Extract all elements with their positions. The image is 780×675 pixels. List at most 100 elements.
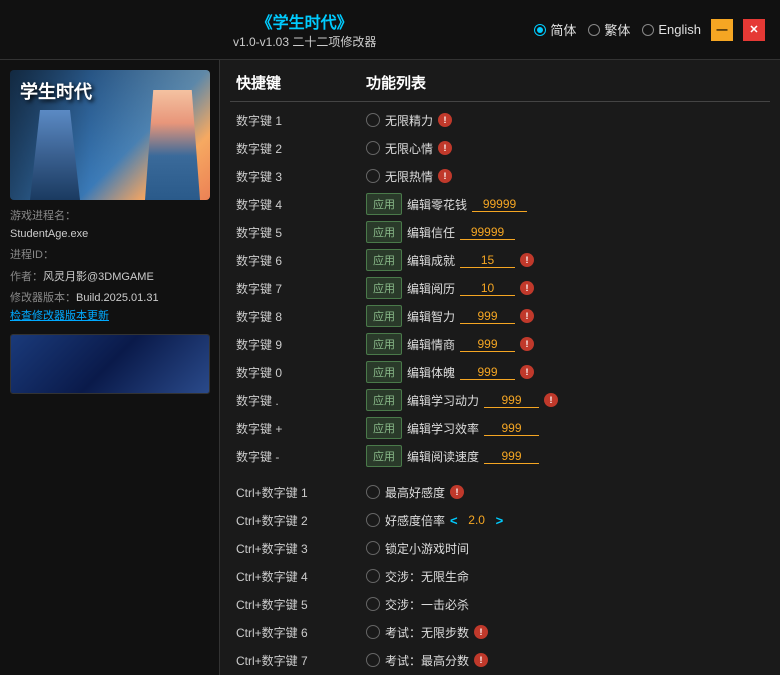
feature-name: 编辑阅读速度 [407,448,479,465]
table-row: 数字键 6应用编辑成就! [230,246,770,274]
feature-right: 无限热情! [366,168,764,185]
feature-name: 交涉：无限生命 [385,568,469,585]
feature-name: 编辑智力 [407,308,455,325]
toggle-circle[interactable] [366,513,380,527]
warn-icon[interactable]: ! [520,365,534,379]
feature-right: 应用编辑信任 [366,221,764,243]
value-input[interactable] [460,337,515,352]
game-image-title: 学生时代 [20,78,92,104]
apply-button[interactable]: 应用 [366,249,402,271]
warn-icon[interactable]: ! [450,485,464,499]
table-row: 数字键 2无限心情! [230,134,770,162]
increase-button[interactable]: > [496,513,504,528]
shortcut-key: 数字键 + [236,420,366,437]
warn-icon[interactable]: ! [438,141,452,155]
feature-right: 应用编辑体魄! [366,361,764,383]
feature-name: 最高好感度 [385,484,445,501]
col-shortcut: 快捷键 [236,72,366,93]
value-input[interactable] [460,281,515,296]
col-feature: 功能列表 [366,72,764,93]
value-input[interactable] [484,449,539,464]
table-row: 数字键 0应用编辑体魄! [230,358,770,386]
warn-icon[interactable]: ! [474,653,488,667]
table-row: 数字键 .应用编辑学习动力! [230,386,770,414]
feature-right: 锁定小游戏时间 [366,540,764,557]
apply-button[interactable]: 应用 [366,193,402,215]
shortcut-key: Ctrl+数字键 5 [236,596,366,613]
lang-english[interactable]: English [642,22,701,37]
apply-button[interactable]: 应用 [366,277,402,299]
apply-button[interactable]: 应用 [366,221,402,243]
check-update-link[interactable]: 检查修改器版本更新 [10,310,109,322]
version-value: Build.2025.01.31 [76,292,159,304]
value-input[interactable] [484,421,539,436]
feature-name: 编辑阅历 [407,280,455,297]
feature-right: 交涉：无限生命 [366,568,764,585]
toggle-circle[interactable] [366,569,380,583]
feature-right: 应用编辑情商! [366,333,764,355]
table-row: Ctrl+数字键 3锁定小游戏时间 [230,534,770,562]
warn-icon[interactable]: ! [438,113,452,127]
toggle-circle[interactable] [366,625,380,639]
warn-icon[interactable]: ! [520,337,534,351]
toggle-circle[interactable] [366,653,380,667]
apply-button[interactable]: 应用 [366,305,402,327]
warn-icon[interactable]: ! [438,169,452,183]
feature-name: 锁定小游戏时间 [385,540,469,557]
value-input[interactable] [460,253,515,268]
feature-right: 最高好感度! [366,484,764,501]
table-header: 快捷键 功能列表 [230,68,770,102]
lang-simplified[interactable]: 简体 [534,20,576,39]
warn-icon[interactable]: ! [520,253,534,267]
title-bar: 《学生时代》 v1.0-v1.03 二十二项修改器 简体 繁体 English … [0,0,780,60]
app-title: 《学生时代》 [75,9,534,33]
table-row: Ctrl+数字键 4 交涉：无限生命 [230,562,770,590]
shortcut-key: 数字键 1 [236,112,366,129]
feature-name: 编辑零花钱 [407,196,467,213]
minimize-button[interactable]: — [711,19,733,41]
decrease-button[interactable]: < [450,513,458,528]
lang-traditional[interactable]: 繁体 [588,20,630,39]
sidebar-banner [10,334,210,394]
toggle-circle[interactable] [366,169,380,183]
feature-right: 好感度倍率<2.0> [366,512,764,529]
value-input[interactable] [460,365,515,380]
sidebar: 学生时代 游戏进程名： StudentAge.exe 进程ID： 作者：风灵月影… [0,60,220,675]
apply-button[interactable]: 应用 [366,389,402,411]
value-input[interactable] [460,309,515,324]
warn-icon[interactable]: ! [520,281,534,295]
toggle-circle[interactable] [366,597,380,611]
toggle-circle[interactable] [366,141,380,155]
feature-name: 编辑学习效率 [407,420,479,437]
value-input[interactable] [484,393,539,408]
warn-icon[interactable]: ! [544,393,558,407]
apply-button[interactable]: 应用 [366,445,402,467]
apply-button[interactable]: 应用 [366,361,402,383]
author-value: 风灵月影@3DMGAME [43,271,154,283]
shortcut-key: Ctrl+数字键 4 [236,568,366,585]
close-button[interactable]: ✕ [743,19,765,41]
feature-name: 交涉：一击必杀 [385,596,469,613]
toggle-circle[interactable] [366,113,380,127]
shortcut-key: 数字键 7 [236,280,366,297]
apply-button[interactable]: 应用 [366,417,402,439]
table-row: 数字键 +应用编辑学习效率 [230,414,770,442]
apply-button[interactable]: 应用 [366,333,402,355]
toggle-circle[interactable] [366,541,380,555]
toggle-circle[interactable] [366,485,380,499]
shortcut-key: 数字键 6 [236,252,366,269]
feature-name: 无限热情 [385,168,433,185]
shortcut-key: 数字键 . [236,392,366,409]
radio-dot-english [642,24,654,36]
table-row: 数字键 4应用编辑零花钱 [230,190,770,218]
warn-icon[interactable]: ! [520,309,534,323]
value-input[interactable] [460,225,515,240]
value-input[interactable] [472,197,527,212]
table-row: 数字键 1无限精力! [230,106,770,134]
feature-name: 编辑信任 [407,224,455,241]
banner-image [11,335,209,393]
shortcut-key: 数字键 2 [236,140,366,157]
warn-icon[interactable]: ! [474,625,488,639]
feature-right: 应用编辑成就! [366,249,764,271]
version-label: 修改器版本： [10,292,76,304]
